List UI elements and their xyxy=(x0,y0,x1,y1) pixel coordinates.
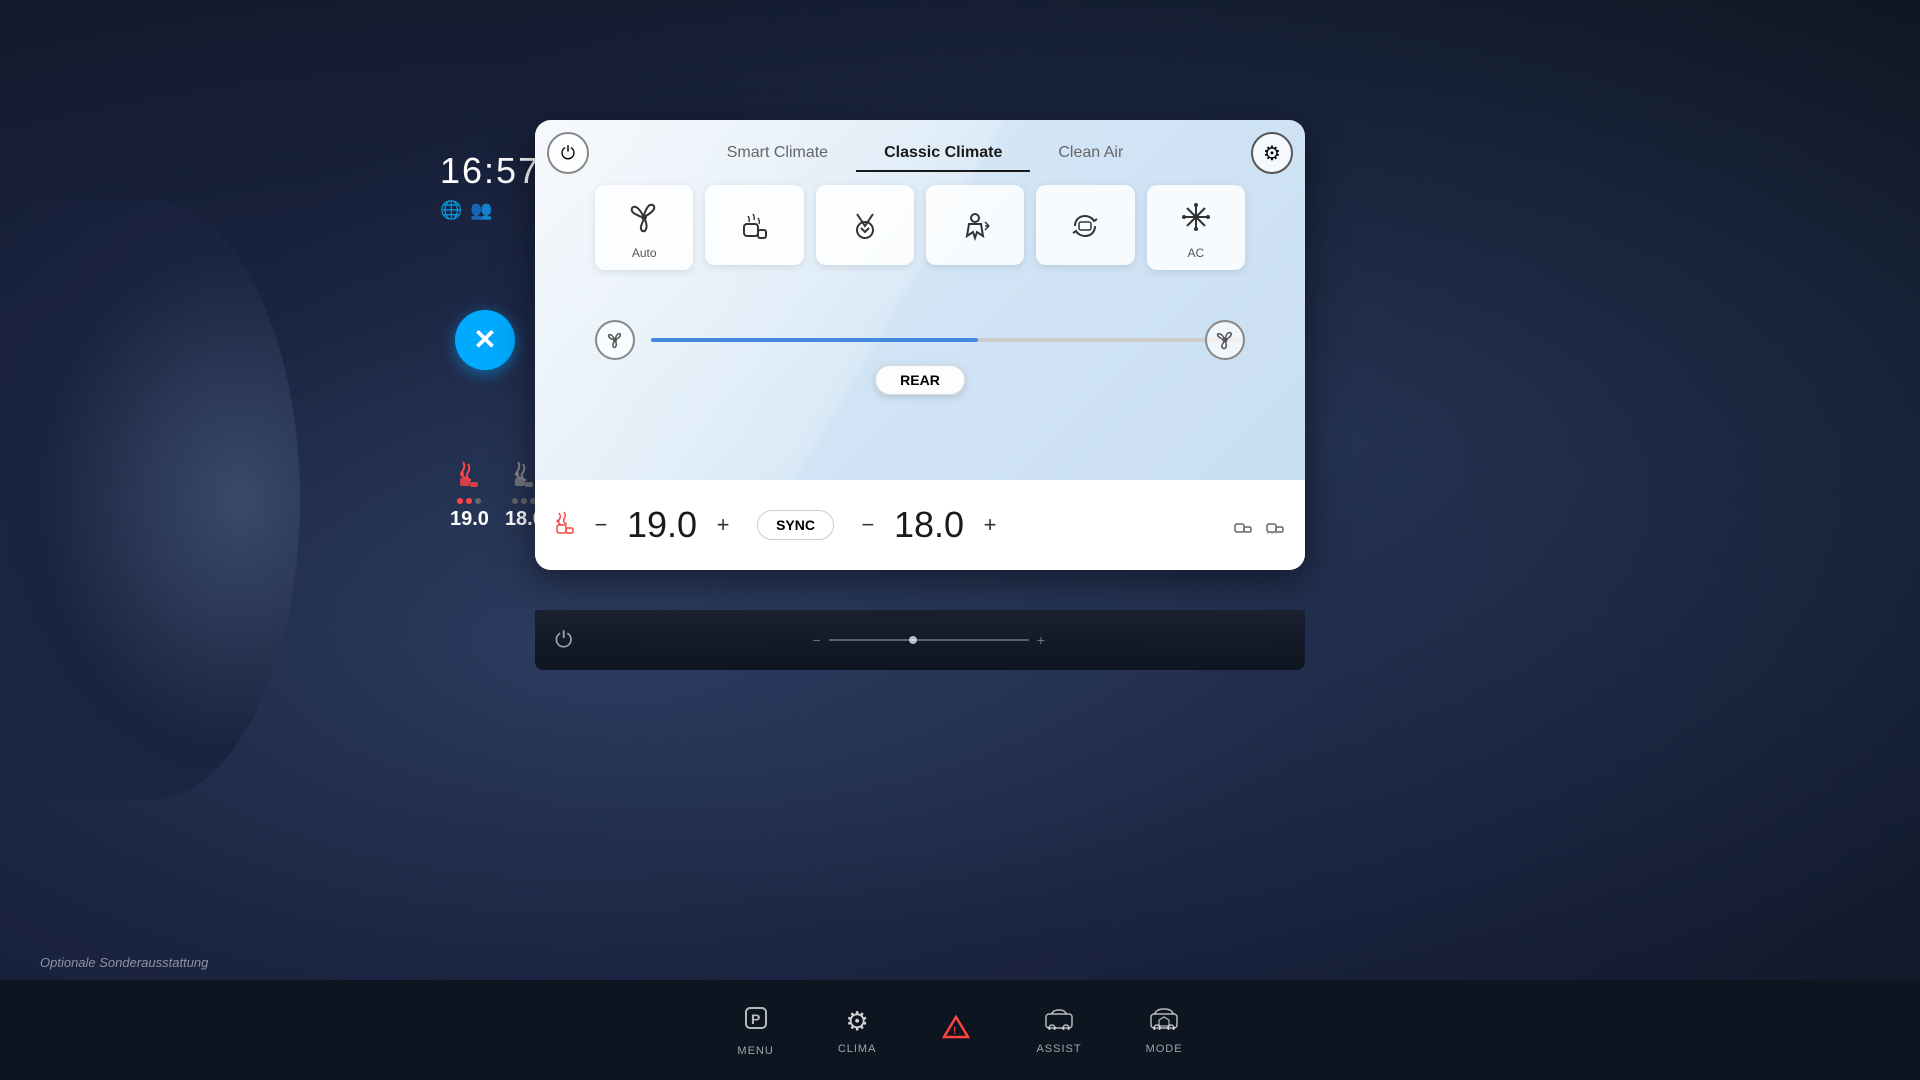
func-btn-airflow-down[interactable] xyxy=(816,185,914,265)
bezel-power-button[interactable]: ⏻ xyxy=(555,627,572,653)
watermark-text: Optionale Sonderausstattung xyxy=(40,955,208,970)
bottom-btn-assist[interactable]: ASSIST xyxy=(1004,994,1113,1067)
mode-icon xyxy=(1149,1006,1179,1037)
status-icons: 🌐 👥 xyxy=(440,200,540,221)
snowflake-icon xyxy=(1180,201,1212,238)
bezel-volume-slider[interactable] xyxy=(829,639,1029,641)
left-seat-icon-tempbar xyxy=(555,511,575,540)
bottom-btn-clima[interactable]: ⚙ CLIMA xyxy=(806,994,909,1067)
gear-icon: ⚙ xyxy=(1263,141,1281,166)
svg-text:P: P xyxy=(751,1011,760,1027)
tab-smart-climate[interactable]: Smart Climate xyxy=(699,136,856,172)
func-btn-fan-auto[interactable]: Auto xyxy=(595,185,693,270)
parking-icon: P xyxy=(742,1004,770,1039)
bezel-minus[interactable]: − xyxy=(813,632,821,648)
tab-classic-climate[interactable]: Classic Climate xyxy=(856,136,1030,172)
close-button[interactable]: ✕ xyxy=(455,310,515,370)
bottom-btn-hazard[interactable]: ! xyxy=(908,1001,1004,1060)
left-seat-indicator[interactable]: 19.0 xyxy=(450,460,489,531)
bezel-volume-area: − + xyxy=(592,632,1265,648)
function-buttons-row: Auto xyxy=(595,185,1245,270)
fan-icon xyxy=(628,201,660,238)
assist-icon xyxy=(1044,1006,1074,1037)
left-seat-temp: 19.0 xyxy=(450,508,489,531)
hazard-icon: ! xyxy=(940,1013,972,1048)
sync-button[interactable]: SYNC xyxy=(757,510,834,540)
right-seat-icons xyxy=(1233,510,1285,540)
clima-icon: ⚙ xyxy=(845,1006,868,1037)
bezel-plus[interactable]: + xyxy=(1037,632,1045,648)
right-temp-value: 18.0 xyxy=(894,504,964,546)
func-btn-airflow-body[interactable] xyxy=(926,185,1024,265)
left-seat-heat-icon xyxy=(457,460,481,494)
power-icon: ⏻ xyxy=(561,143,575,164)
right-seat-icon-2[interactable] xyxy=(1265,510,1285,540)
right-temp-increase[interactable]: + xyxy=(972,507,1008,543)
left-temp-value: 19.0 xyxy=(627,504,697,546)
seat-indicators-sidebar: 19.0 18.0 xyxy=(450,460,544,531)
clock-area: 16:57 🌐 👥 xyxy=(440,150,540,221)
func-btn-auto-label: Auto xyxy=(632,246,657,260)
seat-heat-icon xyxy=(738,210,770,247)
close-icon: ✕ xyxy=(473,326,496,354)
bottom-btn-mode[interactable]: MODE xyxy=(1114,994,1215,1067)
dot2 xyxy=(521,498,527,504)
func-btn-ac-label: AC xyxy=(1187,246,1204,260)
globe-icon: 🌐 xyxy=(440,200,462,221)
temperature-bar: − 19.0 + SYNC − 18.0 + xyxy=(535,480,1305,570)
power-button[interactable]: ⏻ xyxy=(547,132,589,174)
dot1 xyxy=(512,498,518,504)
menu-label: MENU xyxy=(737,1045,773,1057)
bottom-btn-menu[interactable]: P MENU xyxy=(705,992,805,1069)
profile-icon: 👥 xyxy=(470,200,492,221)
right-seat-icon-1[interactable] xyxy=(1233,510,1253,540)
func-btn-seat-heat[interactable] xyxy=(705,185,803,265)
dot1 xyxy=(457,498,463,504)
assist-label: ASSIST xyxy=(1036,1043,1081,1055)
fan-slider-row xyxy=(595,320,1245,360)
tab-clean-air[interactable]: Clean Air xyxy=(1030,136,1151,172)
bottom-physical-bar: P MENU ⚙ CLIMA ! ASSIST xyxy=(0,980,1920,1080)
fan-speed-slider[interactable] xyxy=(651,338,1245,342)
fan-slow-button[interactable] xyxy=(595,320,635,360)
airflow-down-icon xyxy=(849,210,881,247)
clock-display: 16:57 xyxy=(440,150,540,192)
right-seat-heat-icon xyxy=(512,460,536,494)
dot2 xyxy=(466,498,472,504)
left-temp-increase[interactable]: + xyxy=(705,507,741,543)
right-seat-heat-dots xyxy=(512,498,536,504)
svg-text:!: ! xyxy=(953,1026,956,1037)
func-btn-recirculate[interactable] xyxy=(1036,185,1134,265)
screen-bezel-bottom: ⏻ − + xyxy=(535,610,1305,670)
steering-wheel-bg xyxy=(0,200,300,800)
main-screen: ⏻ ⚙ Smart Climate Classic Climate Clean … xyxy=(535,120,1305,570)
recirculate-icon xyxy=(1069,210,1101,247)
clima-label: CLIMA xyxy=(838,1043,877,1055)
rear-button[interactable]: REAR xyxy=(875,365,965,395)
right-temp-decrease[interactable]: − xyxy=(850,507,886,543)
right-temp-section: − 18.0 + xyxy=(850,504,1008,546)
volume-thumb xyxy=(909,636,917,644)
airflow-body-icon xyxy=(959,210,991,247)
dot3 xyxy=(475,498,481,504)
left-seat-heat-dots xyxy=(457,498,481,504)
tabs-row: Smart Climate Classic Climate Clean Air xyxy=(605,136,1245,172)
func-btn-ac[interactable]: AC xyxy=(1147,185,1245,270)
left-temp-decrease[interactable]: − xyxy=(583,507,619,543)
fan-speed-fill xyxy=(651,338,978,342)
fan-icon-right[interactable] xyxy=(1205,320,1245,360)
settings-button[interactable]: ⚙ xyxy=(1251,132,1293,174)
mode-label: MODE xyxy=(1146,1043,1183,1055)
left-temp-section: − 19.0 + xyxy=(583,504,741,546)
